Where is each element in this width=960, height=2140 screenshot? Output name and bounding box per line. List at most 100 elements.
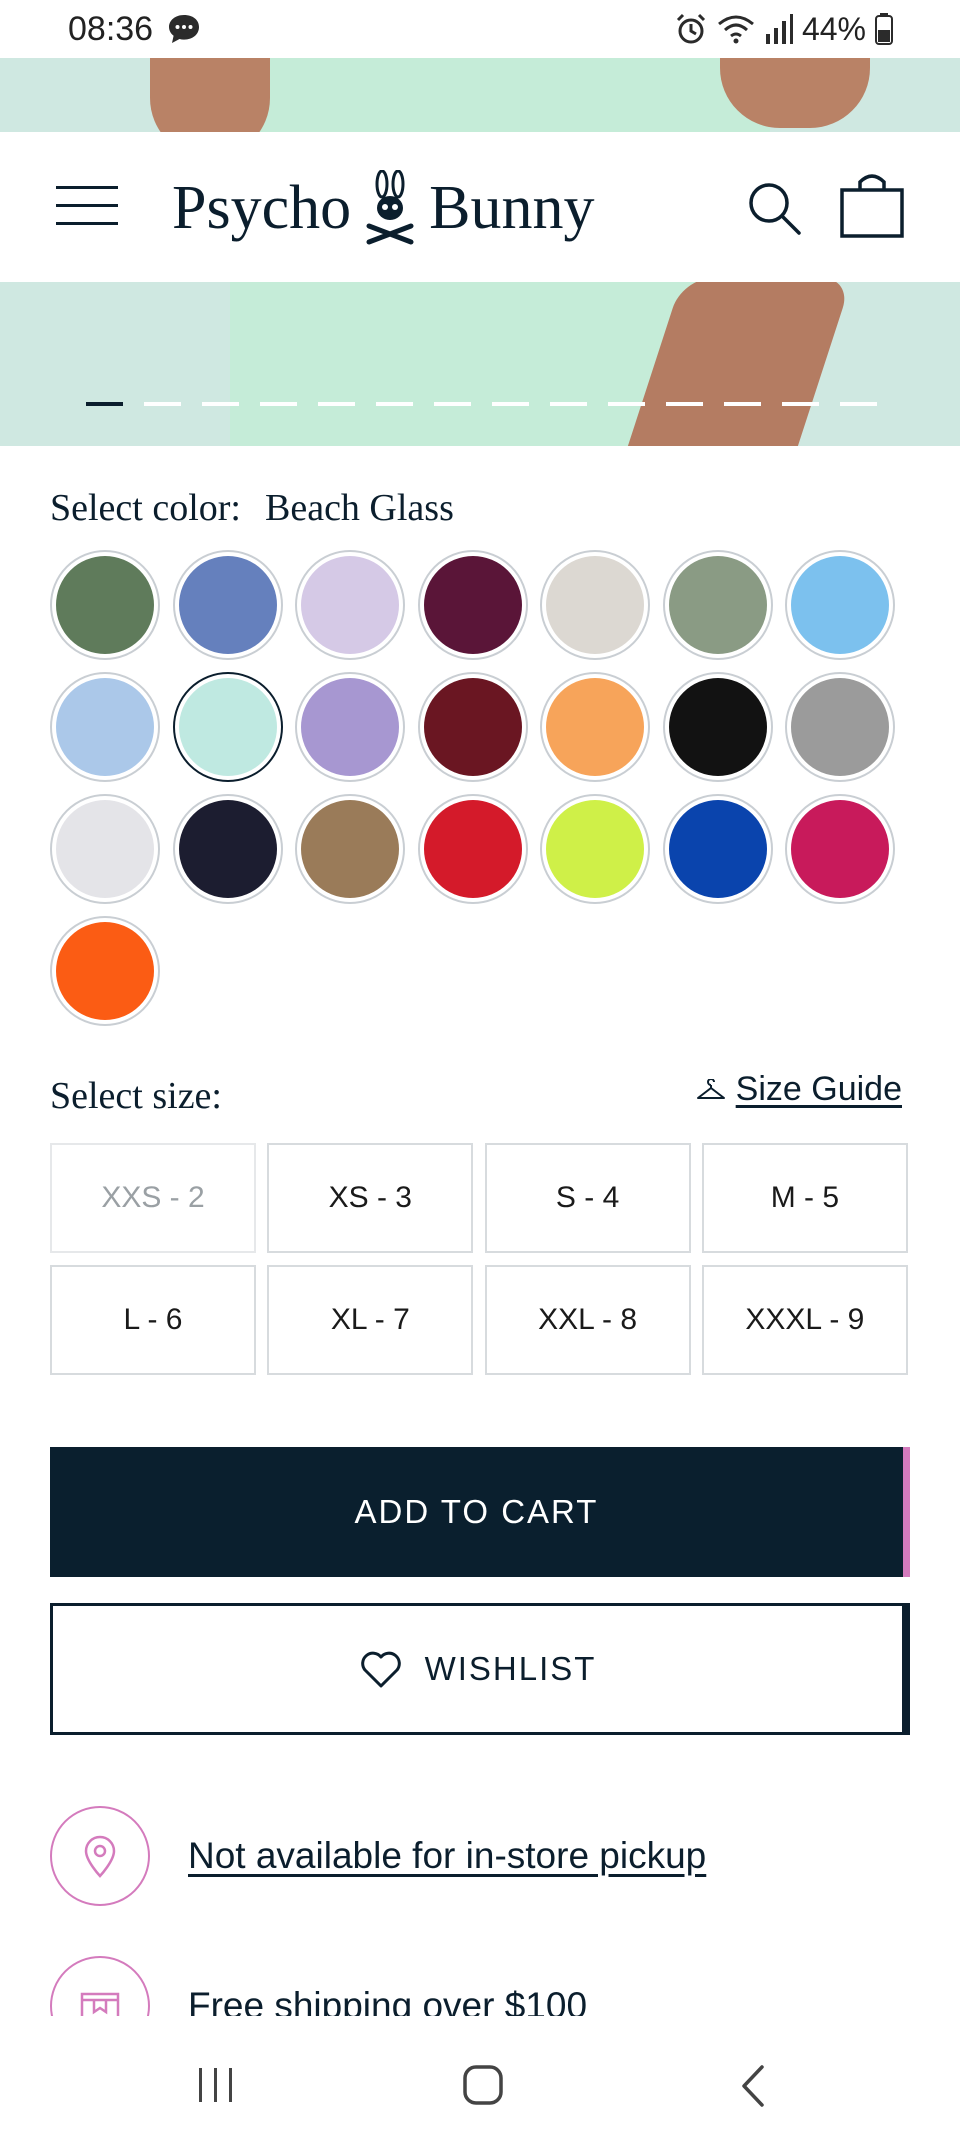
carousel-dot[interactable] — [434, 402, 471, 406]
status-time: 08:36 — [68, 10, 154, 48]
carousel-dot[interactable] — [608, 402, 645, 406]
search-icon[interactable] — [746, 180, 802, 236]
color-swatch[interactable] — [785, 794, 895, 904]
color-swatch-fill — [546, 800, 644, 898]
color-label-text: Select color: — [50, 487, 241, 529]
color-swatch[interactable] — [295, 550, 405, 660]
color-swatch-fill — [668, 800, 767, 898]
brand-name-right: Bunny — [429, 173, 595, 242]
size-option[interactable]: L - 6 — [50, 1265, 256, 1375]
carousel-dot[interactable] — [260, 402, 297, 406]
color-swatch[interactable] — [785, 672, 895, 782]
color-swatch-fill — [178, 800, 277, 898]
size-guide-link[interactable]: Size Guide — [696, 1070, 902, 1109]
signal-icon — [765, 14, 793, 44]
heart-icon — [360, 1651, 401, 1688]
color-swatch[interactable] — [50, 916, 160, 1026]
status-bar: 08:36 44% — [0, 0, 960, 58]
carousel-dot[interactable] — [492, 402, 529, 406]
home-icon[interactable] — [462, 2064, 504, 2106]
carousel-dot[interactable] — [666, 402, 703, 406]
color-swatch-fill — [178, 556, 277, 654]
size-option[interactable]: S - 4 — [484, 1143, 691, 1253]
color-swatch-fill — [178, 678, 277, 776]
color-swatch[interactable] — [172, 672, 283, 782]
carousel-dot[interactable] — [840, 402, 877, 406]
bunny-skull-logo-icon — [366, 170, 414, 245]
recent-apps-icon[interactable] — [196, 2066, 236, 2104]
color-swatch[interactable] — [417, 550, 528, 660]
carousel-dot[interactable] — [144, 402, 181, 406]
size-option[interactable]: XXXL - 9 — [701, 1265, 908, 1375]
wifi-icon — [718, 15, 754, 44]
chat-icon — [169, 15, 199, 43]
carousel-dot[interactable] — [724, 402, 761, 406]
color-swatch[interactable] — [417, 672, 528, 782]
carousel-dot[interactable] — [318, 402, 355, 406]
size-option-grid: XXS - 2 XS - 3S - 4M - 5 L - 6 XL - 7 XXL - … — [50, 1143, 908, 1375]
size-option[interactable]: XXS - 2 — [50, 1143, 256, 1253]
color-swatch[interactable] — [417, 794, 528, 904]
shopping-bag-icon[interactable] — [838, 170, 906, 238]
menu-icon[interactable] — [56, 184, 118, 228]
color-swatch[interactable] — [540, 794, 650, 904]
color-swatch[interactable] — [662, 550, 773, 660]
color-swatch-fill — [56, 800, 154, 898]
color-swatch-fill — [546, 678, 644, 776]
location-pin-icon — [84, 1835, 116, 1878]
back-icon[interactable] — [738, 2064, 768, 2108]
color-swatch[interactable] — [662, 672, 773, 782]
color-swatch[interactable] — [50, 550, 160, 660]
carousel-indicators — [86, 402, 877, 406]
carousel-dot[interactable] — [550, 402, 587, 406]
color-swatch[interactable] — [540, 672, 650, 782]
color-swatch[interactable] — [172, 794, 283, 904]
add-to-cart-button[interactable]: ADD TO CART — [50, 1447, 910, 1577]
carousel-dot[interactable] — [86, 402, 123, 406]
size-guide-label: Size Guide — [735, 1070, 902, 1108]
color-swatch-fill — [423, 678, 522, 776]
color-swatch[interactable] — [50, 672, 160, 782]
brand-logo[interactable]: Psycho Bunny — [172, 158, 595, 258]
color-swatch[interactable] — [172, 550, 283, 660]
color-swatch-fill — [423, 556, 522, 654]
battery-icon — [875, 13, 893, 45]
carousel-dot[interactable] — [376, 402, 413, 406]
color-swatch-fill — [668, 678, 767, 776]
color-swatch[interactable] — [50, 794, 160, 904]
size-option[interactable]: XS - 3 — [267, 1143, 474, 1253]
color-swatch[interactable] — [295, 672, 405, 782]
store-pickup-link[interactable]: Not available for in-store pickup — [188, 1835, 706, 1877]
brand-name-left: Psycho — [172, 173, 352, 242]
size-option[interactable]: XXL - 8 — [484, 1265, 691, 1375]
color-swatch-fill — [791, 556, 889, 654]
color-swatch-fill — [423, 800, 522, 898]
store-pickup-row: Not available for in-store pickup — [50, 1806, 706, 1906]
size-option[interactable]: XL - 7 — [267, 1265, 474, 1375]
color-swatch[interactable] — [662, 794, 773, 904]
color-swatch-fill — [791, 678, 889, 776]
color-label: Select color: Beach Glass — [50, 486, 454, 530]
color-swatch-fill — [56, 922, 154, 1020]
size-label: Select size: — [50, 1075, 222, 1117]
wishlist-button[interactable]: WISHLIST — [50, 1603, 910, 1735]
alarm-icon — [676, 13, 706, 44]
color-swatch-grid — [50, 550, 910, 1026]
battery-percent: 44% — [801, 10, 866, 47]
color-swatch[interactable] — [785, 550, 895, 660]
color-swatch-fill — [301, 800, 399, 898]
status-icons: 44% — [674, 8, 894, 50]
color-swatch-fill — [546, 556, 644, 654]
color-swatch-fill — [668, 556, 767, 654]
carousel-dot[interactable] — [782, 402, 819, 406]
carousel-dot[interactable] — [202, 402, 239, 406]
color-swatch-fill — [56, 678, 154, 776]
color-swatch[interactable] — [540, 550, 650, 660]
color-swatch[interactable] — [295, 794, 405, 904]
add-to-cart-label: ADD TO CART — [354, 1493, 599, 1530]
color-swatch-fill — [56, 556, 154, 654]
system-navigation-bar — [0, 2020, 960, 2140]
pickup-icon-circle — [50, 1806, 150, 1906]
selected-color-name: Beach Glass — [264, 487, 454, 529]
size-option[interactable]: M - 5 — [701, 1143, 908, 1253]
